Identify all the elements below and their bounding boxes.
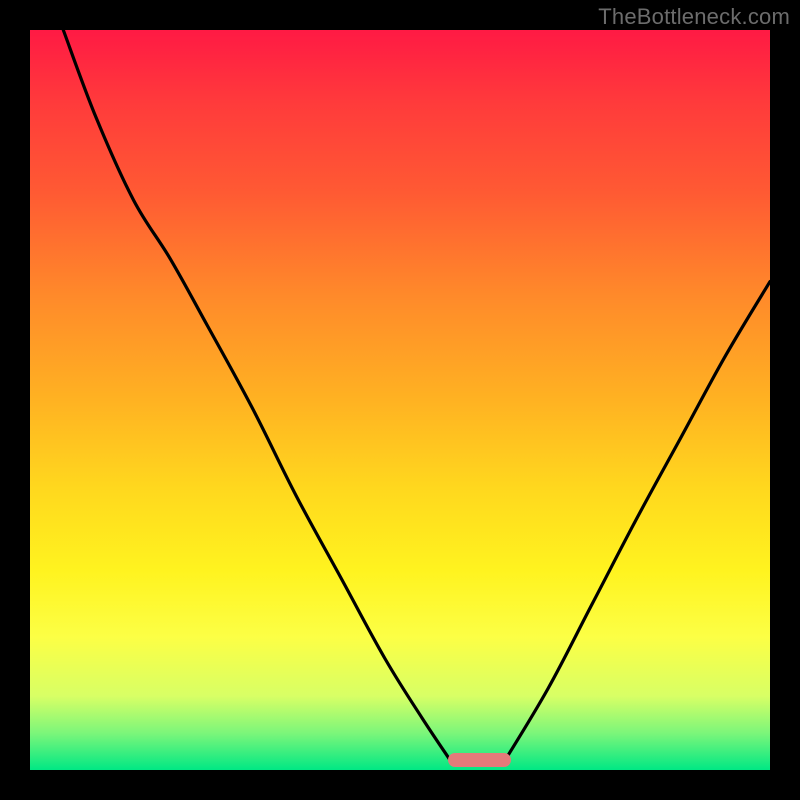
plot-area — [30, 30, 770, 770]
bottleneck-marker — [448, 753, 511, 767]
curve-left-branch — [63, 30, 452, 763]
chart-frame: TheBottleneck.com — [0, 0, 800, 800]
curve-layer — [30, 30, 770, 770]
curve-right-branch — [504, 282, 770, 763]
watermark-text: TheBottleneck.com — [598, 4, 790, 30]
